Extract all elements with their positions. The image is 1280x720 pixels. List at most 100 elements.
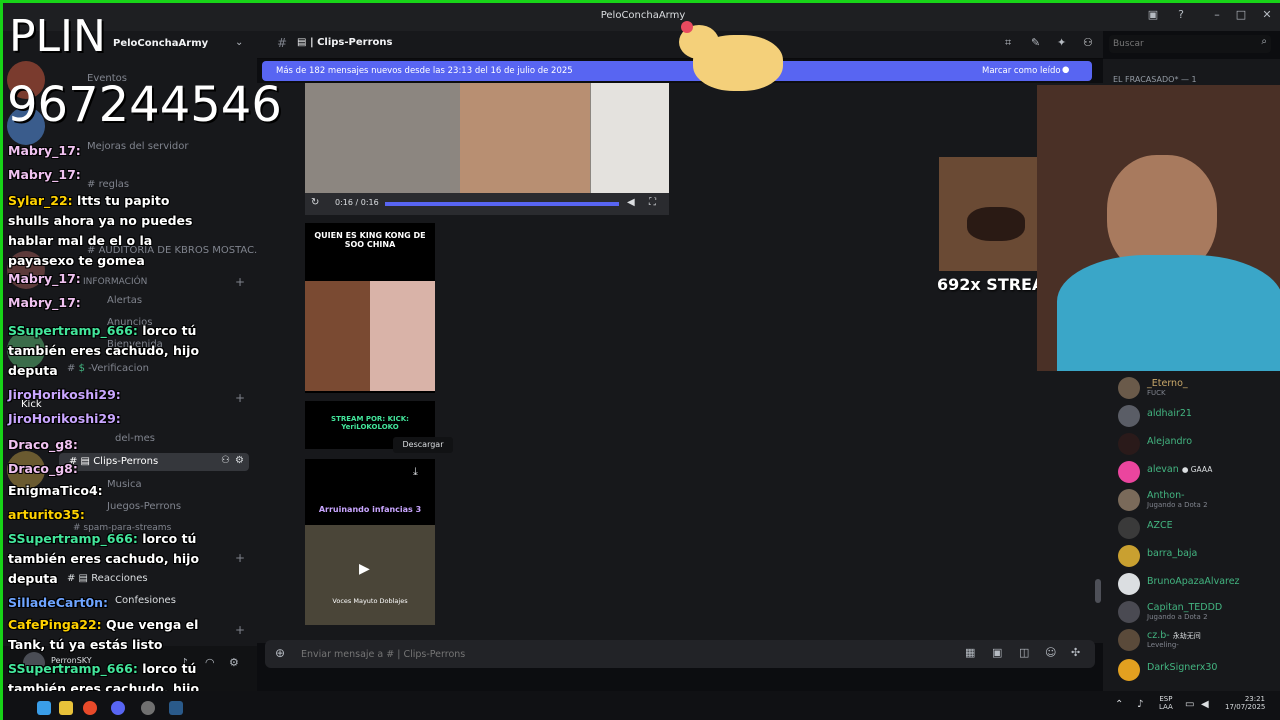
network-icon[interactable]: ▭ [1185,699,1194,710]
window-title: PeloConchaArmy [600,10,686,21]
help-icon[interactable]: ? [1173,8,1189,24]
clip-thumbnail[interactable]: ⤓ Arruinando infancias 3 ▶ Voces Mayuto … [305,459,435,625]
message-input[interactable] [301,646,901,662]
obs-icon[interactable] [141,701,155,715]
clock[interactable]: 23:21 17/07/2025 [1225,695,1265,711]
avatar [1118,601,1140,623]
chat-line: deputa [8,571,58,586]
clip-frame [305,525,435,625]
members-icon[interactable]: ⚇ [1083,36,1093,49]
gif-icon[interactable]: ▣ [992,646,1002,659]
avatar [1118,461,1140,483]
language-indicator[interactable]: ESP LAA [1159,695,1173,711]
webcam-feed [1037,85,1280,371]
avatar [1118,377,1140,399]
chat-line: JiroHorikoshi29: [8,411,121,426]
chat-user: Mabry_17: [8,167,81,182]
search-input[interactable] [1113,37,1243,51]
avatar [1118,545,1140,567]
channel-title: ▤ | Clips-Perrons [297,37,393,48]
chat-user: Sylar_22: [8,193,73,208]
chevron-down-icon[interactable]: ⌄ [235,37,243,48]
chat-line: arturito35: [8,507,85,522]
chat-text: deputa [8,363,58,378]
clip-thumbnail[interactable]: QUIEN ES KING KONG DE SOO CHINA [305,223,435,393]
apps-icon[interactable]: ✣ [1071,646,1080,659]
fullscreen-icon[interactable]: ⛶ [649,197,656,208]
chat-line: SSupertramp_666: lorco tú [8,661,196,676]
clip-caption: QUIEN ES KING KONG DE SOO CHINA [314,231,426,249]
browser-icon[interactable] [83,701,97,715]
hash-icon: # [277,36,288,50]
scrollbar[interactable] [1095,579,1101,603]
chat-line: Draco_g8: [8,461,78,476]
new-messages-banner[interactable]: Más de 182 mensajes nuevos desde las 23:… [262,61,1092,81]
mascot-image [679,17,791,105]
channel-mejoras[interactable]: Mejoras del servidor [87,141,189,152]
avatar [1118,629,1140,651]
replay-icon[interactable]: ↻ [311,197,319,208]
emoji-icon[interactable]: ☺ [1045,646,1056,659]
inbox-icon[interactable]: ▣ [1145,8,1161,24]
volume-icon[interactable]: ◀ [627,197,635,208]
download-icon[interactable]: ⤓ [413,465,418,479]
chat-line: payasexo te gomea [8,253,145,268]
chat-line: CafePinga22: Que venga el [8,617,198,632]
chat-text: también eres cachudo, hijo [8,551,200,566]
volume-icon[interactable]: ◀ [1201,699,1209,710]
gift-icon[interactable]: ▦ [965,646,975,659]
chat-line: SSupertramp_666: lorco tú [8,531,196,546]
video-time: 0:16 / 0:16 [335,198,379,207]
server-name[interactable]: PeloConchaArmy [113,38,208,49]
chat-text: deputa [8,571,58,586]
sticker-icon[interactable]: ◫ [1019,646,1029,659]
chat-line: deputa [8,363,58,378]
avatar [1118,517,1140,539]
maximize-button[interactable]: □ [1233,8,1249,24]
chat-user: CafePinga22: [8,617,102,632]
avatar [1118,489,1140,511]
mark-read-icon: ● [1062,65,1070,75]
threads-icon[interactable]: ⌗ [1005,36,1011,50]
clip-frame [370,281,435,391]
video-progress-fill [385,202,619,206]
chat-user: EnigmaTico4: [8,483,103,498]
chat-line: también eres cachudo, hijo [8,343,199,358]
avatar [1118,433,1140,455]
start-icon[interactable] [37,701,51,715]
chat-user: SilladeCart0n: [8,595,109,610]
play-icon[interactable]: ▶ [359,561,370,577]
discord-icon[interactable] [111,701,125,715]
mark-read-button[interactable]: Marcar como leído [982,66,1061,76]
microphone-icon[interactable]: ♪ [1137,699,1143,710]
search-box[interactable]: ⌕ [1109,35,1271,53]
video-player[interactable]: ↻ 0:16 / 0:16 ◀ ⛶ [305,83,669,215]
mute-icon[interactable]: ✎ [1031,36,1040,49]
member-group-header: EL FRACASADO* — 1 [1113,75,1197,84]
plin-label: PLIN [9,11,106,62]
avatar [1118,659,1140,681]
pin-icon[interactable]: ✦ [1057,36,1066,49]
explorer-icon[interactable] [59,701,73,715]
chat-user: Mabry_17: [8,143,81,158]
chat-line: Sylar_22: ltts tu papito [8,193,169,208]
chat-text: ltts tu papito [77,193,170,208]
close-button[interactable]: ✕ [1259,8,1275,24]
minimize-button[interactable]: – [1209,8,1225,24]
chat-text: lorco tú [142,531,197,546]
clip-subcaption: Voces Mayuto Doblajes [332,597,408,605]
steam-icon[interactable] [169,701,183,715]
streak-image [939,157,1053,271]
message-composer: ⊕ ▦ ▣ ◫ ☺ ✣ [265,640,1095,668]
chat-line: Mabry_17: [8,167,81,182]
tray-chevron-icon[interactable]: ⌃ [1115,699,1123,710]
video-controls: ↻ 0:16 / 0:16 ◀ ⛶ [305,193,669,215]
chat-line: Mabry_17: [8,295,81,310]
chat-user: SSupertramp_666: [8,531,138,546]
chat-text: Que venga el [106,617,199,632]
add-attachment-icon[interactable]: ⊕ [275,646,285,660]
clip-frame [305,281,370,391]
chat-user: Mabry_17: [8,295,81,310]
chat-line: EnigmaTico4: [8,483,103,498]
video-progress[interactable] [385,202,619,206]
